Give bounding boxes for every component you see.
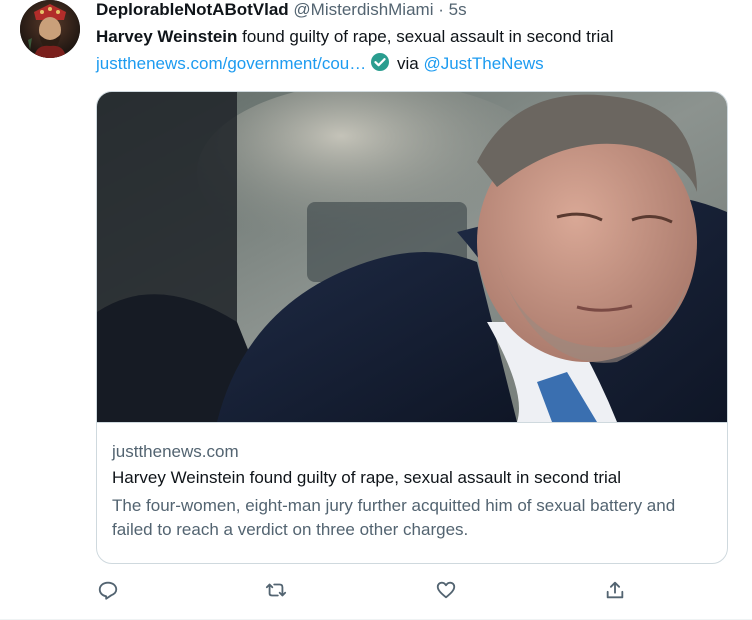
like-heart-icon[interactable] — [434, 578, 458, 602]
tweet-text: Harvey Weinstein found guilty of rape, s… — [96, 26, 614, 48]
verified-badge-icon — [371, 53, 390, 71]
avatar[interactable] — [20, 0, 80, 58]
card-domain: justthenews.com — [112, 442, 239, 461]
tweet-header: DeplorableNotABotVlad @MisterdishMiami ·… — [96, 0, 467, 22]
tweet-text-bold: Harvey Weinstein — [96, 27, 238, 46]
tweet-actions — [96, 578, 730, 606]
user-handle[interactable]: @MisterdishMiami — [293, 0, 433, 19]
timestamp[interactable]: 5s — [449, 0, 467, 19]
tweet-link-line: justthenews.com/government/cou… via @Jus… — [96, 52, 544, 75]
via-handle-link[interactable]: @JustTheNews — [423, 54, 543, 73]
share-icon[interactable] — [603, 578, 627, 602]
tweet-text-rest: found guilty of rape, sexual assault in … — [237, 27, 614, 46]
via-text: via — [392, 54, 424, 73]
card-image[interactable] — [97, 92, 727, 422]
reply-icon[interactable] — [96, 578, 120, 602]
separator: · — [438, 0, 444, 19]
display-name[interactable]: DeplorableNotABotVlad — [96, 0, 289, 19]
retweet-icon[interactable] — [264, 578, 288, 602]
card-description: The four-women, eight-man jury further a… — [112, 496, 676, 539]
tweet[interactable]: DeplorableNotABotVlad @MisterdishMiami ·… — [0, 0, 752, 620]
article-link[interactable]: justthenews.com/government/cou… — [96, 54, 366, 73]
link-preview-card[interactable]: justthenews.com Harvey Weinstein found g… — [96, 91, 728, 564]
card-info: justthenews.com Harvey Weinstein found g… — [97, 422, 727, 563]
card-title: Harvey Weinstein found guilty of rape, s… — [112, 468, 622, 487]
